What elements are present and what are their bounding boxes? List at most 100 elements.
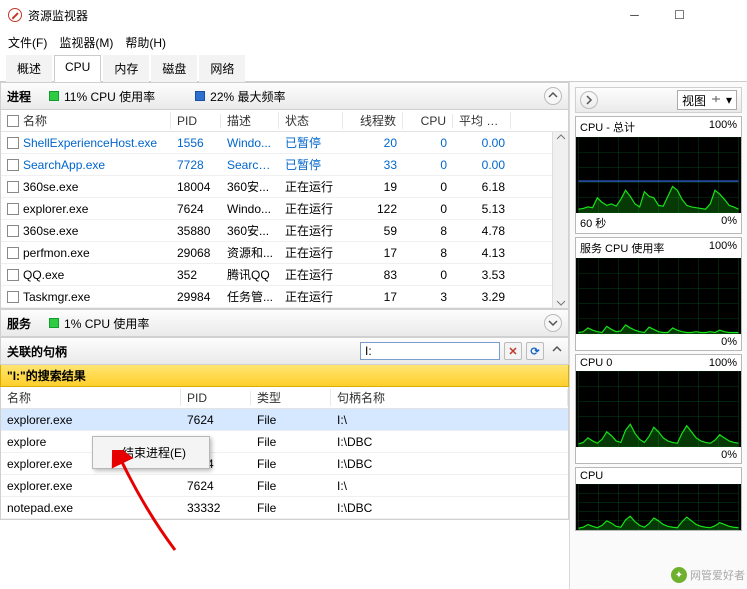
hcol-pid[interactable]: PID (181, 391, 251, 405)
row-checkbox[interactable] (7, 225, 19, 237)
proc-threads: 17 (343, 290, 403, 304)
chart-title: CPU 0 (580, 357, 612, 369)
hcol-hname[interactable]: 句柄名称 (331, 389, 568, 406)
process-scrollbar[interactable] (552, 132, 568, 308)
tab-overview[interactable]: 概述 (6, 55, 52, 82)
proc-name: perfmon.exe (23, 246, 90, 260)
expand-icon[interactable] (544, 314, 562, 332)
search-result-bar: "I:"的搜索结果 (0, 365, 569, 387)
close-button[interactable] (702, 1, 747, 29)
square-green-icon (49, 318, 59, 328)
table-row[interactable]: 360se.exe35880360安...正在运行5984.78 (1, 220, 552, 242)
tab-bar: 概述 CPU 内存 磁盘 网络 (0, 54, 747, 82)
collapse-icon[interactable] (544, 87, 562, 105)
col-name[interactable]: 名称 (23, 112, 47, 129)
chart-cpu-0: CPU 0100% 0% (575, 354, 742, 464)
proc-name: ShellExperienceHost.exe (23, 136, 157, 150)
chart-max: 100% (709, 357, 737, 369)
row-checkbox[interactable] (7, 203, 19, 215)
proc-pid: 18004 (171, 180, 221, 194)
tab-cpu[interactable]: CPU (54, 55, 101, 82)
proc-desc: Windo... (221, 136, 279, 150)
tab-memory[interactable]: 内存 (103, 55, 149, 82)
tab-network[interactable]: 网络 (199, 55, 245, 82)
proc-state: 正在运行 (279, 266, 343, 283)
proc-pid: 35880 (171, 224, 221, 238)
chart-title: CPU - 总计 (580, 119, 635, 135)
h-hname: I:\ (331, 413, 568, 427)
table-row[interactable]: SearchApp.exe7728Search...已暂停3300.00 (1, 154, 552, 176)
proc-pid: 7624 (171, 202, 221, 216)
h-pid: 7624 (181, 479, 251, 493)
collapse-right-icon[interactable] (580, 91, 598, 109)
h-type: File (251, 501, 331, 515)
proc-name: Taskmgr.exe (23, 290, 90, 304)
hcol-type[interactable]: 类型 (251, 389, 331, 406)
menu-help[interactable]: 帮助(H) (125, 34, 166, 51)
col-avg[interactable]: 平均 C... (453, 112, 511, 129)
services-header[interactable]: 服务 1% CPU 使用率 (0, 309, 569, 337)
collapse-icon[interactable] (552, 344, 562, 358)
h-name: notepad.exe (1, 501, 181, 515)
proc-pid: 1556 (171, 136, 221, 150)
proc-desc: 360安... (221, 178, 279, 195)
proc-avg: 4.78 (453, 224, 511, 238)
handle-search-input[interactable] (360, 342, 500, 360)
proc-pid: 29984 (171, 290, 221, 304)
checkbox-all[interactable] (7, 115, 19, 127)
table-row[interactable]: perfmon.exe29068资源和...正在运行1784.13 (1, 242, 552, 264)
chart-cpu-total: CPU - 总计100% 60 秒0% (575, 116, 742, 234)
menu-monitor[interactable]: 监视器(M) (59, 34, 113, 51)
row-checkbox[interactable] (7, 159, 19, 171)
chart-title: 服务 CPU 使用率 (580, 240, 664, 256)
table-row[interactable]: 360se.exe18004360安...正在运行1906.18 (1, 176, 552, 198)
col-desc[interactable]: 描述 (221, 112, 279, 129)
proc-avg: 3.29 (453, 290, 511, 304)
proc-desc: 腾讯QQ (221, 266, 279, 283)
row-checkbox[interactable] (7, 181, 19, 193)
table-row[interactable]: notepad.exe33332FileI:\DBC (1, 497, 568, 519)
h-hname: I:\DBC (331, 435, 568, 449)
table-row[interactable]: explore24FileI:\DBC (1, 431, 568, 453)
square-blue-icon (195, 91, 205, 101)
search-button[interactable]: ⟳ (526, 342, 544, 360)
dropdown-arrow-icon: ▾ (726, 93, 732, 107)
cpu-usage-label: 11% CPU 使用率 (64, 88, 155, 105)
proc-cpu: 0 (403, 180, 453, 194)
table-row[interactable]: explorer.exe7624FileI:\ (1, 409, 568, 431)
row-checkbox[interactable] (7, 269, 19, 281)
col-threads[interactable]: 线程数 (343, 112, 403, 129)
table-row[interactable]: explorer.exe7624FileI:\DBC (1, 453, 568, 475)
table-row[interactable]: Taskmgr.exe29984任务管...正在运行1733.29 (1, 286, 552, 308)
table-row[interactable]: explorer.exe7624FileI:\ (1, 475, 568, 497)
proc-pid: 7728 (171, 158, 221, 172)
table-row[interactable]: QQ.exe352腾讯QQ正在运行8303.53 (1, 264, 552, 286)
minimize-button[interactable]: ─ (612, 1, 657, 29)
ctx-end-process[interactable]: 结束进程(E) (94, 441, 208, 464)
col-pid[interactable]: PID (171, 114, 221, 128)
proc-pid: 29068 (171, 246, 221, 260)
proc-state: 正在运行 (279, 222, 343, 239)
row-checkbox[interactable] (7, 247, 19, 259)
row-checkbox[interactable] (7, 291, 19, 303)
app-icon (8, 8, 22, 22)
proc-cpu: 0 (403, 158, 453, 172)
proc-cpu: 8 (403, 224, 453, 238)
proc-threads: 17 (343, 246, 403, 260)
proc-avg: 3.53 (453, 268, 511, 282)
view-dropdown[interactable]: 视图 ▾ (677, 90, 737, 110)
table-row[interactable]: ShellExperienceHost.exe1556Windo...已暂停20… (1, 132, 552, 154)
handles-header[interactable]: 关联的句柄 ✕ ⟳ (0, 337, 569, 365)
col-state[interactable]: 状态 (279, 112, 343, 129)
processes-header[interactable]: 进程 11% CPU 使用率 22% 最大频率 (0, 82, 569, 110)
maximize-button[interactable]: ☐ (657, 1, 702, 29)
row-checkbox[interactable] (7, 137, 19, 149)
menu-file[interactable]: 文件(F) (8, 34, 47, 51)
col-cpu[interactable]: CPU (403, 114, 453, 128)
table-row[interactable]: explorer.exe7624Windo...正在运行12205.13 (1, 198, 552, 220)
hcol-name[interactable]: 名称 (1, 389, 181, 406)
menubar: 文件(F) 监视器(M) 帮助(H) (0, 30, 747, 54)
tab-disk[interactable]: 磁盘 (151, 55, 197, 82)
clear-search-button[interactable]: ✕ (504, 342, 522, 360)
h-type: File (251, 479, 331, 493)
